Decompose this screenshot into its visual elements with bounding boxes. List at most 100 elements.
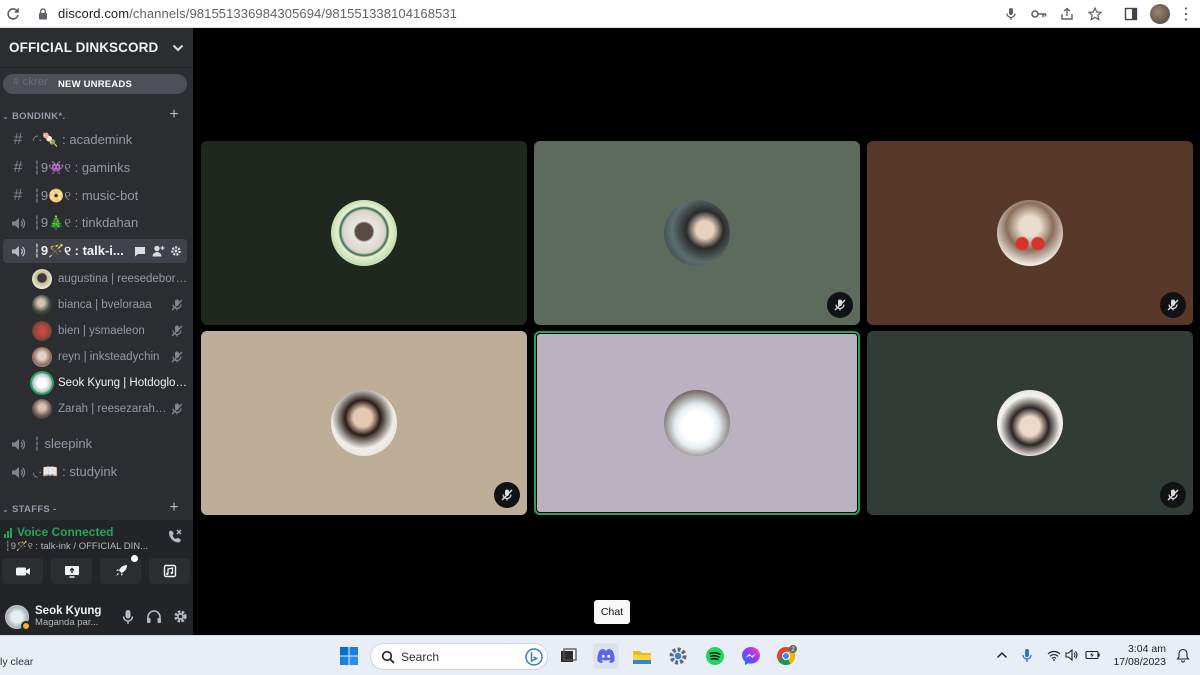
notification-dot — [131, 555, 138, 562]
gear-icon[interactable] — [169, 244, 183, 258]
channel-music-bot[interactable]: # ┆9📀୧ : music-bot — [3, 184, 187, 208]
voice-member[interactable]: bien | ysmaeleon — [28, 319, 188, 343]
weather-widget[interactable]: ly clear — [0, 656, 33, 668]
speaker-icon — [9, 242, 27, 260]
rocket-icon — [115, 565, 127, 576]
avatar — [664, 200, 730, 266]
participant-tile-speaking[interactable] — [534, 331, 860, 515]
avatar — [32, 399, 52, 419]
activities-button[interactable] — [100, 555, 141, 584]
new-unreads-button[interactable]: # ckrer NEW UNREADS — [3, 74, 187, 94]
signal-bars-icon — [4, 527, 13, 538]
profile-avatar[interactable] — [1150, 4, 1170, 24]
system-clock[interactable]: 3:04 am 17/08/2023 — [1108, 643, 1166, 669]
voice-status-label: Voice Connected — [17, 525, 114, 539]
chevron-up-icon[interactable] — [992, 645, 1012, 665]
participant-tile[interactable] — [201, 331, 527, 515]
speaker-icon — [9, 435, 27, 453]
participant-tile[interactable] — [867, 141, 1193, 325]
taskbar-search[interactable]: Search — [370, 643, 548, 670]
speaker-icon — [9, 214, 27, 232]
microphone-in-use-icon[interactable] — [1017, 645, 1037, 665]
lock-icon[interactable] — [34, 5, 52, 23]
channel-talk-ink[interactable]: ┆9🪄୧ : talk-i... — [3, 239, 187, 263]
user-avatar[interactable] — [5, 604, 31, 631]
category-staffs[interactable]: ⌄ STAFFS - + — [0, 499, 193, 517]
file-explorer-icon[interactable] — [629, 643, 655, 669]
add-channel-icon[interactable]: + — [169, 499, 179, 517]
channel-gaminks[interactable]: # ┆9👾୧ : gaminks — [3, 156, 187, 180]
avatar — [331, 390, 397, 456]
channel-academink[interactable]: # ◜·🍡 : academink — [3, 128, 187, 152]
muted-mic-icon — [171, 325, 183, 337]
url-host: discord.com — [58, 6, 130, 21]
member-name: bianca | bveloraaa — [58, 299, 152, 311]
participant-tile[interactable] — [534, 141, 860, 325]
discord-taskbar-icon[interactable] — [593, 643, 619, 669]
disconnect-icon[interactable] — [167, 528, 183, 549]
speaker-icon — [9, 463, 27, 481]
wifi-icon[interactable] — [1044, 645, 1064, 665]
category-bondink[interactable]: ⌄ BONDINK*. + — [0, 106, 193, 124]
settings-gear-icon[interactable] — [665, 643, 691, 669]
chevron-down-icon: ⌄ — [2, 504, 10, 514]
messenger-icon[interactable] — [738, 643, 764, 669]
member-name: bien | ysmaeleon — [58, 325, 145, 337]
muted-mic-icon — [171, 403, 183, 415]
member-name: augustina | reesedebora... — [58, 273, 188, 285]
chevron-down-icon[interactable] — [172, 41, 184, 55]
voice-member[interactable]: bianca | bveloraaa — [28, 293, 188, 317]
invite-user-icon[interactable] — [151, 244, 165, 258]
side-panel-icon[interactable] — [1118, 1, 1144, 27]
channel-sleepink[interactable]: ┆ sleepink — [3, 432, 187, 456]
chrome-icon[interactable]: 2 — [774, 643, 800, 669]
reload-icon[interactable] — [2, 3, 24, 25]
add-channel-icon[interactable]: + — [169, 106, 179, 124]
voice-member[interactable]: reyn | inksteadychin — [28, 345, 188, 369]
volume-icon[interactable] — [1062, 645, 1082, 665]
gear-icon[interactable] — [167, 604, 193, 630]
clock-date: 17/08/2023 — [1113, 656, 1166, 668]
channel-tinkdahan[interactable]: ┆9🎄୧ : tinkdahan — [3, 211, 187, 235]
avatar — [32, 321, 52, 341]
server-name: OFFICIAL DINKSCORD — [9, 40, 159, 55]
key-icon[interactable] — [1026, 1, 1052, 27]
more-menu-icon[interactable]: ⋮ — [1176, 4, 1196, 24]
windows-start-icon[interactable] — [336, 643, 362, 669]
voice-video-grid — [193, 28, 1200, 635]
spotify-icon[interactable] — [702, 643, 728, 669]
channel-label: ┆ sleepink — [33, 436, 93, 451]
avatar — [32, 373, 52, 393]
user-info[interactable]: Seok Kyung Maganda par... — [35, 605, 105, 628]
channel-studyink[interactable]: ◟·📖 : studyink — [3, 460, 187, 484]
participant-tile[interactable] — [201, 141, 527, 325]
microphone-icon[interactable] — [115, 604, 141, 630]
voice-status[interactable]: Voice Connected — [4, 525, 113, 539]
screen-share-button[interactable] — [51, 558, 92, 584]
voice-member-self[interactable]: Seok Kyung | Hotdoglov... — [28, 371, 188, 395]
voice-member[interactable]: Zarah | reesezarahdo — [28, 397, 188, 421]
hidden-channel-ghost: # ckrer — [13, 76, 49, 88]
voice-location[interactable]: ┆9🪄୧ : talk-ink / OFFICIAL DIN... — [5, 541, 148, 552]
url-field[interactable]: discord.com/channels/981551336984305694/… — [58, 6, 457, 21]
soundboard-button[interactable] — [149, 558, 190, 584]
avatar — [32, 347, 52, 367]
avatar — [32, 269, 52, 289]
server-header[interactable]: OFFICIAL DINKSCORD — [0, 28, 193, 68]
battery-charging-icon[interactable] — [1083, 645, 1103, 665]
channel-label: ┆9📀୧ : music-bot — [33, 188, 139, 203]
voice-member[interactable]: augustina | reesedebora... — [28, 267, 188, 291]
share-icon[interactable] — [1054, 1, 1080, 27]
participant-tile[interactable] — [867, 331, 1193, 515]
camera-icon — [15, 567, 30, 575]
microphone-icon[interactable] — [998, 1, 1024, 27]
bing-icon — [525, 647, 543, 666]
notification-bell-icon[interactable] — [1176, 648, 1192, 664]
clock-time: 3:04 am — [1128, 643, 1166, 655]
channel-label: ┆9🪄୧ : talk-i... — [33, 243, 124, 258]
task-view-icon[interactable] — [556, 643, 582, 669]
headphones-icon[interactable] — [141, 604, 167, 630]
bookmark-star-icon[interactable] — [1082, 1, 1108, 27]
video-camera-button[interactable] — [2, 558, 43, 584]
chat-bubble-icon[interactable] — [133, 244, 147, 258]
